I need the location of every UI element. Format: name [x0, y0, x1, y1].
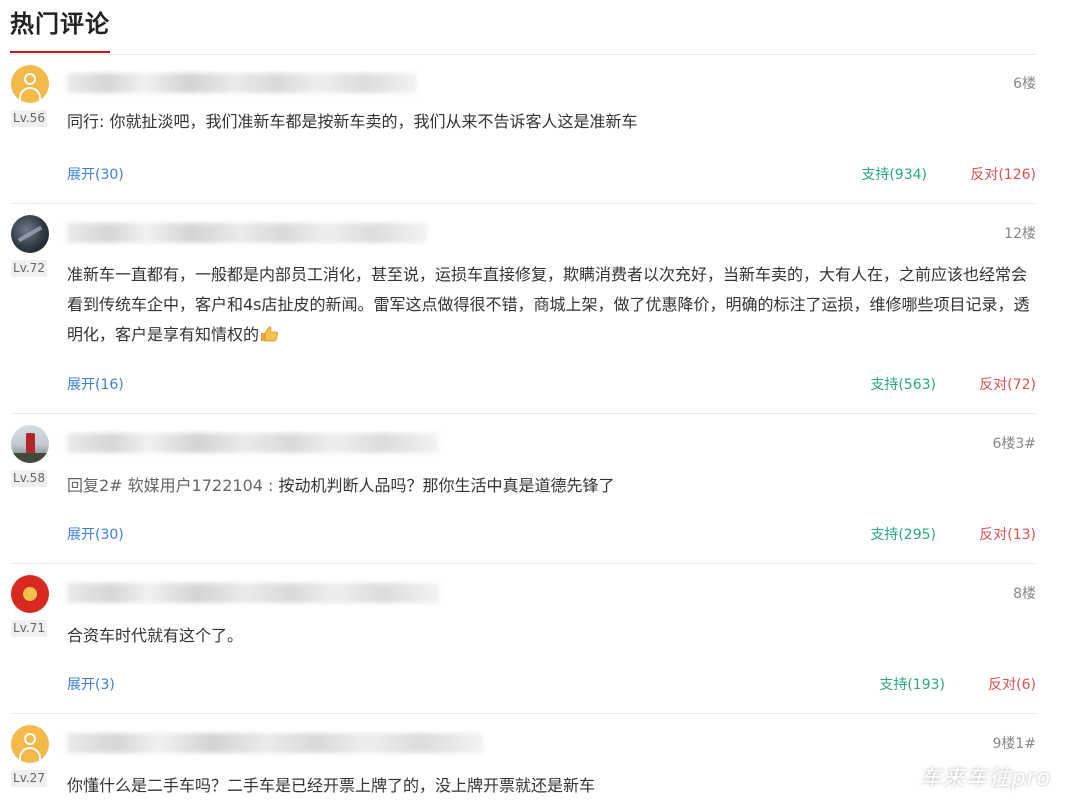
support-button[interactable]: 支持(193): [879, 674, 945, 694]
reply-quote[interactable]: 回复2# 软媒用户1722104 :: [67, 476, 279, 495]
oppose-button[interactable]: 反对(6): [988, 674, 1036, 694]
floor-number: 6楼: [1013, 76, 1036, 92]
username-blurred[interactable]: [67, 73, 417, 93]
default-avatar-icon: [24, 73, 36, 85]
user-avatar[interactable]: [11, 215, 49, 253]
watermark: 车来车往pro: [919, 766, 1051, 791]
support-button[interactable]: 支持(934): [861, 164, 927, 184]
user-avatar[interactable]: [11, 575, 49, 613]
comment-text: 你懂什么是二手车吗？二手车是已经开票上牌了的，没上牌开票就还是新车: [67, 776, 596, 795]
comment-text: 合资车时代就有这个了。: [67, 626, 244, 645]
support-button[interactable]: 支持(563): [870, 374, 936, 394]
default-avatar-icon: [24, 733, 36, 745]
user-level-badge: Lv.56: [11, 110, 47, 127]
header-divider: [10, 54, 1036, 55]
floor-number: 12楼: [1004, 226, 1036, 242]
username-blurred[interactable]: [67, 433, 439, 453]
lighthouse-photo-avatar: [26, 433, 35, 455]
floor-number: 6楼3#: [992, 436, 1036, 452]
user-avatar[interactable]: [11, 725, 49, 763]
comment-divider: [10, 713, 1036, 714]
user-level-badge: Lv.71: [11, 620, 47, 637]
expand-replies-link[interactable]: 展开(30): [67, 164, 124, 184]
comment-content: 准新车一直都有，一般都是内部员工消化，甚至说，运损车直接修复，欺瞒消费者以次充好…: [67, 260, 1037, 350]
comment-text: 准新车一直都有，一般都是内部员工消化，甚至说，运损车直接修复，欺瞒消费者以次充好…: [67, 265, 1030, 344]
support-button[interactable]: 支持(295): [870, 524, 936, 544]
comment-content: 你懂什么是二手车吗？二手车是已经开票上牌了的，没上牌开票就还是新车: [67, 771, 1037, 801]
oppose-button[interactable]: 反对(72): [979, 374, 1036, 394]
title-underline: [10, 51, 110, 53]
user-level-badge: Lv.58: [11, 470, 47, 487]
section-header: 热门评论: [0, 0, 1036, 55]
username-blurred[interactable]: [67, 733, 483, 753]
thumbs-up-icon: [261, 326, 279, 342]
floor-number: 8楼: [1013, 586, 1036, 602]
comment-content: 同行: 你就扯淡吧，我们准新车都是按新车卖的，我们从来不告诉客人这是准新车: [67, 107, 1037, 137]
dark-photo-avatar: [17, 225, 43, 243]
comment-content: 回复2# 软媒用户1722104 : 按动机判断人品吗？那你生活中真是道德先锋了: [67, 471, 1037, 501]
username-blurred[interactable]: [67, 583, 439, 603]
comment-content: 合资车时代就有这个了。: [67, 621, 1037, 651]
comment-divider: [10, 203, 1036, 204]
expand-replies-link[interactable]: 展开(30): [67, 524, 124, 544]
user-avatar[interactable]: [11, 65, 49, 103]
expand-replies-link[interactable]: 展开(3): [67, 674, 115, 694]
comment-text: 按动机判断人品吗？那你生活中真是道德先锋了: [278, 476, 615, 495]
user-level-badge: Lv.27: [11, 770, 47, 787]
comment-divider: [10, 563, 1036, 564]
username-blurred[interactable]: [67, 223, 427, 243]
oppose-button[interactable]: 反对(13): [979, 524, 1036, 544]
red-emblem-avatar: [23, 587, 37, 601]
comment-divider: [10, 413, 1036, 414]
user-level-badge: Lv.72: [11, 260, 47, 277]
user-avatar[interactable]: [11, 425, 49, 463]
oppose-button[interactable]: 反对(126): [970, 164, 1036, 184]
floor-number: 9楼1#: [992, 736, 1036, 752]
comment-text: 同行: 你就扯淡吧，我们准新车都是按新车卖的，我们从来不告诉客人这是准新车: [67, 112, 638, 131]
section-title: 热门评论: [10, 10, 110, 38]
expand-replies-link[interactable]: 展开(16): [67, 374, 124, 394]
